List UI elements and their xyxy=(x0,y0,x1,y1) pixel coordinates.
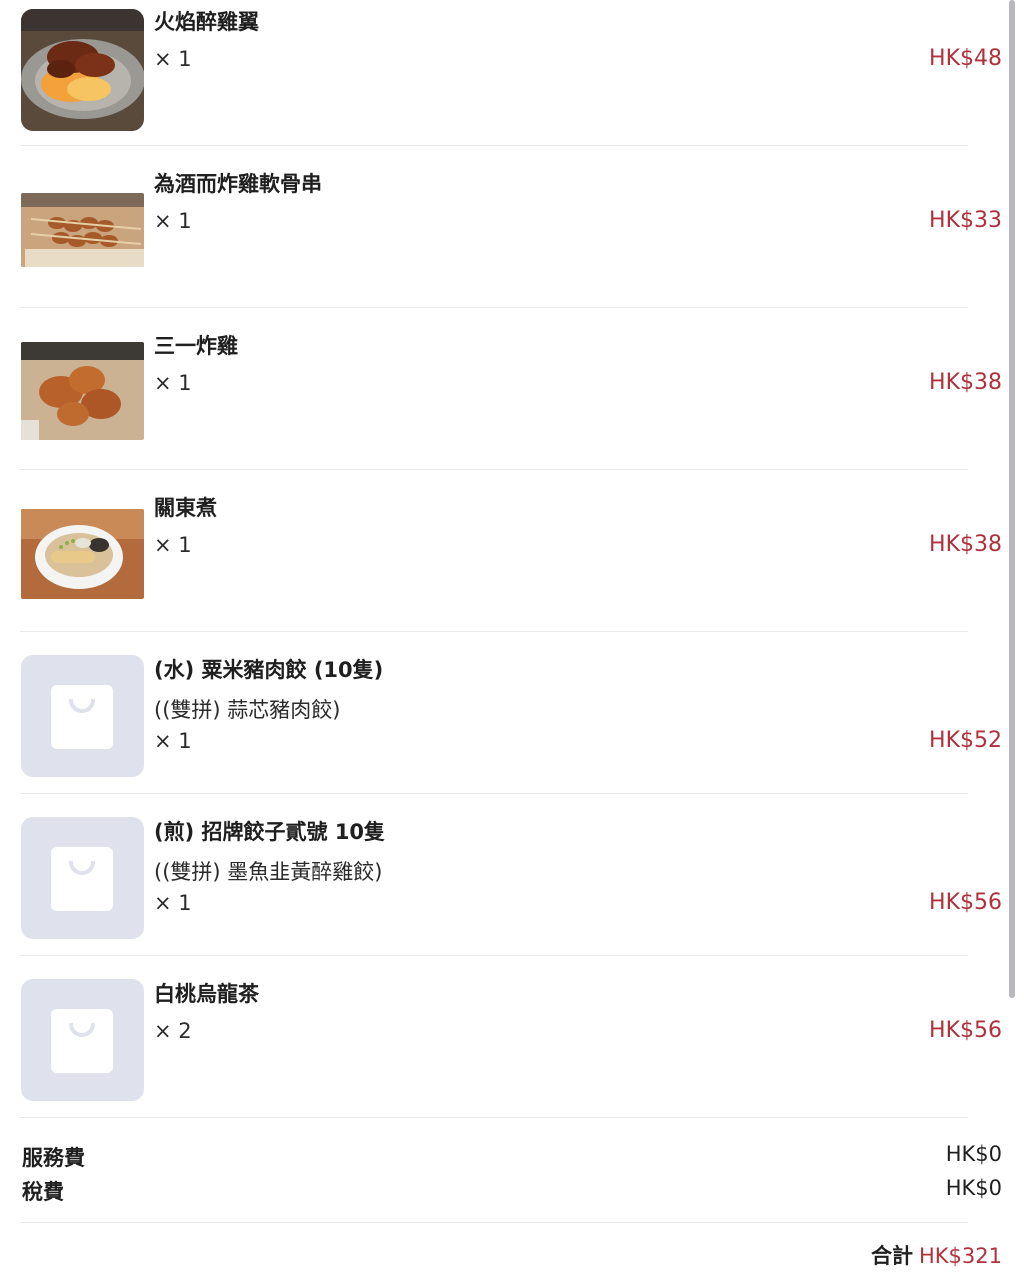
order-item: 火焰醉雞翼 × 1 HK$48 xyxy=(20,0,1004,146)
order-item: (煎) 招牌餃子貳號 10隻 ((雙拼) 墨魚韭黃醉雞餃) × 1 HK$56 xyxy=(20,794,1004,956)
item-photo-flaming-wings xyxy=(21,9,144,131)
item-name: 火焰醉雞翼 xyxy=(154,10,259,34)
service-fee-row: 服務費 HK$0 xyxy=(22,1142,1002,1172)
item-price: HK$56 xyxy=(929,1018,1002,1043)
item-price: HK$56 xyxy=(929,890,1002,915)
item-name: 為酒而炸雞軟骨串 xyxy=(154,172,322,196)
item-divider xyxy=(20,1117,968,1118)
total-label: 合計 xyxy=(870,1244,913,1268)
shopping-bag-icon xyxy=(51,685,113,749)
item-name: 白桃烏龍茶 xyxy=(154,982,259,1006)
item-photo-oden xyxy=(21,509,144,599)
order-item: (水) 粟米豬肉餃 (10隻) ((雙拼) 蒜芯豬肉餃) × 1 HK$52 xyxy=(20,632,1004,794)
item-quantity: × 1 xyxy=(154,729,192,753)
item-quantity: × 2 xyxy=(154,1019,192,1043)
item-name: 三一炸雞 xyxy=(154,334,238,358)
item-quantity: × 1 xyxy=(154,209,192,233)
order-item: 三一炸雞 × 1 HK$38 xyxy=(20,308,1004,470)
order-total: 合計 HK$321 xyxy=(871,1240,1002,1270)
order-item: 白桃烏龍茶 × 2 HK$56 xyxy=(20,956,1004,1118)
item-price: HK$38 xyxy=(929,370,1002,395)
item-price: HK$52 xyxy=(929,728,1002,753)
order-item: 關東煮 × 1 HK$38 xyxy=(20,470,1004,632)
item-quantity: × 1 xyxy=(154,891,192,915)
item-name: (煎) 招牌餃子貳號 10隻 xyxy=(154,820,386,844)
item-photo-fried-chicken xyxy=(21,342,144,440)
item-quantity: × 1 xyxy=(154,533,192,557)
item-quantity: × 1 xyxy=(154,371,192,395)
order-summary-page: 火焰醉雞翼 × 1 HK$48 為酒而炸雞軟骨串 × 1 HK$33 三一炸雞 … xyxy=(0,0,1024,1280)
item-name: 關東煮 xyxy=(154,496,217,520)
tax-label: 稅費 xyxy=(22,1180,64,1204)
item-option: ((雙拼) 墨魚韭黃醉雞餃) xyxy=(154,860,383,884)
shopping-bag-icon xyxy=(51,847,113,911)
item-placeholder-image xyxy=(21,979,144,1101)
item-photo-cartilage-skewers xyxy=(21,193,144,267)
item-placeholder-image xyxy=(21,817,144,939)
vertical-scrollbar[interactable] xyxy=(1009,0,1015,998)
service-fee-label: 服務費 xyxy=(22,1146,85,1170)
item-placeholder-image xyxy=(21,655,144,777)
item-option: ((雙拼) 蒜芯豬肉餃) xyxy=(154,698,341,722)
item-price: HK$33 xyxy=(929,208,1002,233)
item-quantity: × 1 xyxy=(154,47,192,71)
tax-value: HK$0 xyxy=(945,1176,1002,1200)
order-item: 為酒而炸雞軟骨串 × 1 HK$33 xyxy=(20,146,1004,308)
total-value: HK$321 xyxy=(918,1244,1002,1268)
item-price: HK$38 xyxy=(929,532,1002,557)
tax-row: 稅費 HK$0 xyxy=(22,1176,1002,1206)
summary-divider xyxy=(20,1222,968,1223)
shopping-bag-icon xyxy=(51,1009,113,1073)
item-name: (水) 粟米豬肉餃 (10隻) xyxy=(154,658,384,682)
item-price: HK$48 xyxy=(929,46,1002,71)
service-fee-value: HK$0 xyxy=(945,1142,1002,1166)
